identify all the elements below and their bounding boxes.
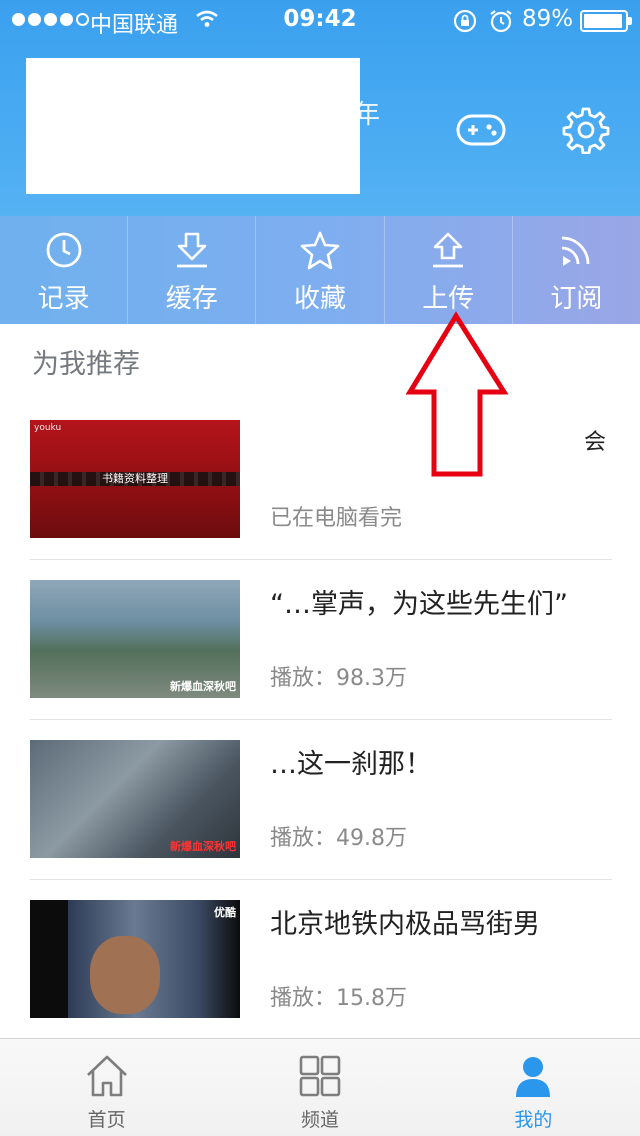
recommend-section-title: 为我推荐	[32, 349, 140, 380]
quick-action-label: 订阅	[550, 284, 603, 314]
quick-action-subscribe[interactable]: 订阅	[511, 216, 640, 324]
tab-channels[interactable]: 频道	[213, 1039, 426, 1136]
profile-year-text: 年	[354, 100, 381, 130]
tab-home[interactable]: 首页	[0, 1039, 213, 1136]
recommend-list: youku 书籍资料整理 会 已在电脑看完 新爆血深秋吧 “…掌声，为这些先生们…	[30, 400, 612, 1040]
status-bar: 中国联通 09:42 89%	[0, 0, 640, 40]
video-thumbnail[interactable]: 优酷	[30, 900, 240, 1018]
quick-action-upload[interactable]: 上传	[383, 216, 512, 324]
video-title: “…掌声，为这些先生们”	[270, 589, 568, 620]
video-meta: 播放：49.8万	[270, 826, 407, 851]
battery-icon	[580, 10, 632, 32]
rotation-lock-icon	[453, 9, 477, 33]
grid-icon	[299, 1055, 341, 1097]
quick-actions-bar: 记录 缓存 收藏 上传 订阅	[0, 216, 640, 324]
thumbnail-watermark: 新爆血深秋吧	[170, 680, 236, 693]
youku-logo: youku	[34, 423, 62, 433]
tab-label: 首页	[87, 1109, 126, 1131]
video-thumbnail[interactable]: 新爆血深秋吧	[30, 580, 240, 698]
quick-action-label: 收藏	[294, 284, 347, 314]
gear-icon[interactable]	[562, 106, 610, 154]
video-title: …这一刹那！	[270, 749, 432, 780]
clock-icon	[46, 232, 81, 268]
quick-action-favorites[interactable]: 收藏	[255, 216, 383, 324]
quick-action-cache[interactable]: 缓存	[127, 216, 255, 324]
video-meta: 播放：98.3万	[270, 666, 407, 691]
video-thumbnail[interactable]: youku 书籍资料整理	[30, 420, 240, 538]
video-meta: 播放：15.8万	[270, 986, 407, 1011]
rss-icon	[562, 236, 590, 266]
home-icon	[86, 1055, 127, 1097]
tab-label: 频道	[300, 1109, 339, 1131]
list-item[interactable]: 新爆血深秋吧 “…掌声，为这些先生们” 播放：98.3万	[30, 560, 612, 720]
tab-label: 我的	[514, 1109, 553, 1131]
video-title-fragment: 会	[583, 430, 606, 455]
thumbnail-watermark: 新爆血深秋吧	[170, 840, 236, 853]
list-item[interactable]: 新爆血深秋吧 …这一刹那！ 播放：49.8万	[30, 720, 612, 880]
tab-mine[interactable]: 我的	[427, 1039, 640, 1136]
person-icon	[516, 1057, 551, 1097]
bottom-tab-bar: 首页 频道 我的	[0, 1038, 640, 1136]
thumbnail-caption: 书籍资料整理	[102, 472, 168, 485]
list-item[interactable]: 优酷 北京地铁内极品骂街男 播放：15.8万	[30, 880, 612, 1040]
download-icon	[176, 232, 207, 268]
thumbnail-watermark: 优酷	[214, 906, 236, 919]
alarm-icon	[490, 10, 512, 33]
video-meta: 已在电脑看完	[270, 506, 403, 531]
video-title: 北京地铁内极品骂街男	[270, 909, 540, 940]
quick-action-label: 缓存	[165, 284, 218, 314]
quick-action-label: 记录	[37, 284, 90, 314]
battery-percent: 89%	[522, 6, 574, 32]
profile-area[interactable]	[26, 58, 360, 194]
annotation-arrow-up-icon	[406, 311, 509, 477]
star-icon	[300, 231, 340, 270]
upload-icon	[433, 232, 464, 268]
gamepad-icon[interactable]	[456, 112, 506, 148]
list-item[interactable]: youku 书籍资料整理 会 已在电脑看完	[30, 400, 612, 560]
quick-action-history[interactable]: 记录	[0, 216, 127, 324]
header: 中国联通 09:42 89% 年	[0, 0, 640, 216]
video-thumbnail[interactable]: 新爆血深秋吧	[30, 740, 240, 858]
person-face	[90, 936, 160, 1014]
